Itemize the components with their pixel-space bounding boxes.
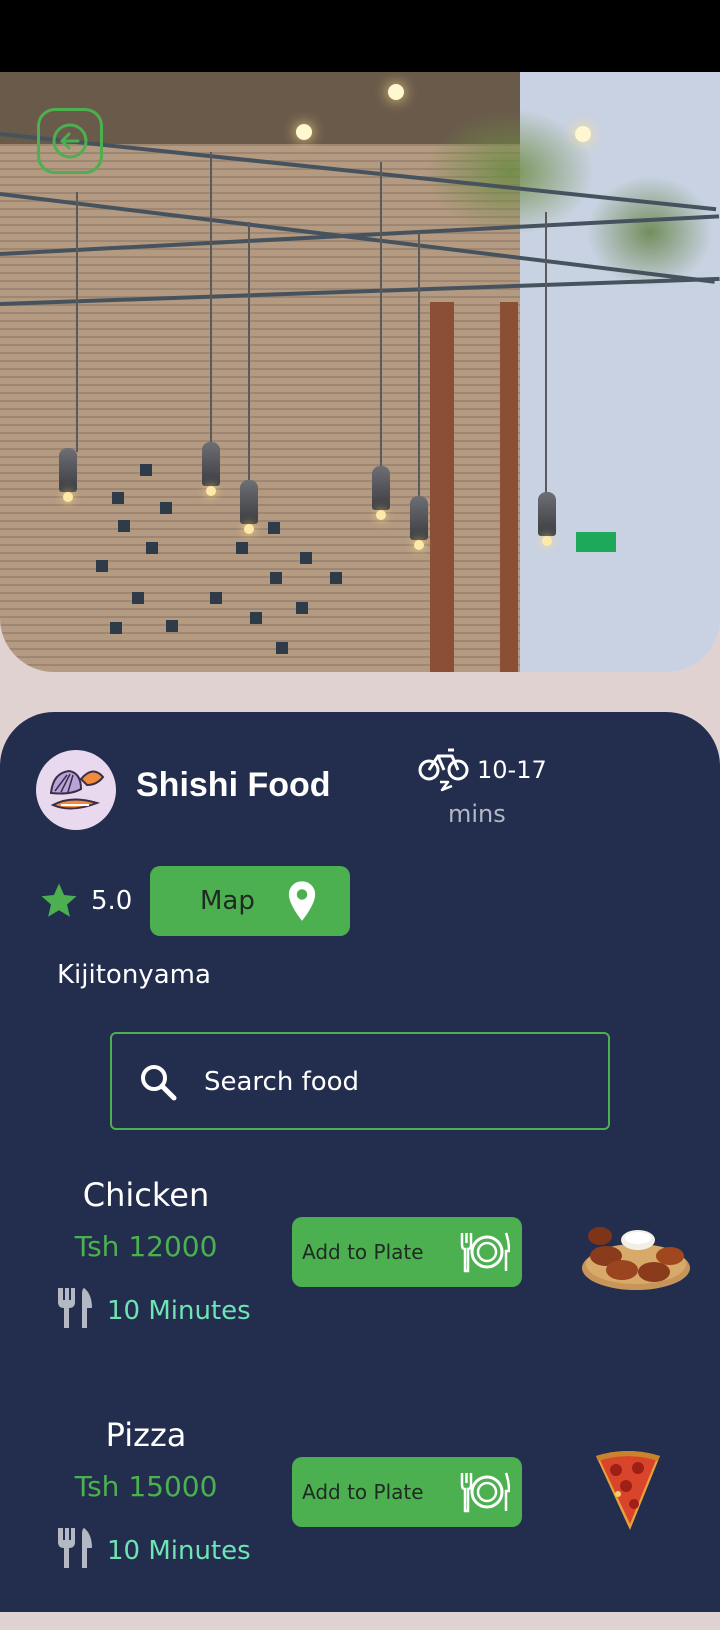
add-to-plate-label: Add to Plate (302, 1480, 424, 1504)
food-name: Chicken (82, 1176, 210, 1214)
delivery-time: 10-17 (477, 756, 547, 784)
location-pin-icon (286, 880, 318, 926)
bicycle-icon (418, 748, 470, 798)
rating-value: 5.0 (91, 886, 133, 916)
food-name: Pizza (105, 1416, 187, 1454)
utensils-icon (54, 1286, 94, 1334)
restaurant-name: Shishi Food (136, 766, 331, 804)
utensils-icon (54, 1526, 94, 1574)
plate-cutlery-icon (460, 1231, 511, 1277)
search-input[interactable] (204, 1062, 584, 1102)
pizza-slice-image (592, 1448, 664, 1536)
chicken-wings-image (580, 1216, 692, 1296)
food-item: Chicken Tsh 12000 10 Minutes Add to Plat… (0, 1170, 720, 1390)
arrow-left-icon (52, 123, 88, 159)
food-price: Tsh 15000 (74, 1470, 218, 1503)
star-icon (38, 880, 80, 926)
back-button[interactable] (37, 108, 103, 174)
map-button[interactable]: Map (150, 866, 350, 936)
preparation-time: 10 Minutes (107, 1536, 251, 1566)
restaurant-cover-photo (0, 72, 720, 672)
food-item: Pizza Tsh 15000 10 Minutes Add to Plate (0, 1410, 720, 1630)
add-to-plate-button[interactable]: Add to Plate (292, 1217, 522, 1287)
status-bar (0, 0, 720, 72)
seafood-logo-icon (36, 750, 116, 830)
plate-cutlery-icon (460, 1471, 511, 1517)
search-icon (138, 1062, 178, 1106)
preparation-time: 10 Minutes (107, 1296, 251, 1326)
map-button-label: Map (200, 886, 255, 916)
restaurant-location: Kijitonyama (57, 960, 211, 990)
add-to-plate-label: Add to Plate (302, 1240, 424, 1264)
food-price: Tsh 12000 (74, 1230, 218, 1263)
add-to-plate-button[interactable]: Add to Plate (292, 1457, 522, 1527)
delivery-unit: mins (448, 800, 506, 828)
search-field[interactable] (110, 1032, 610, 1130)
